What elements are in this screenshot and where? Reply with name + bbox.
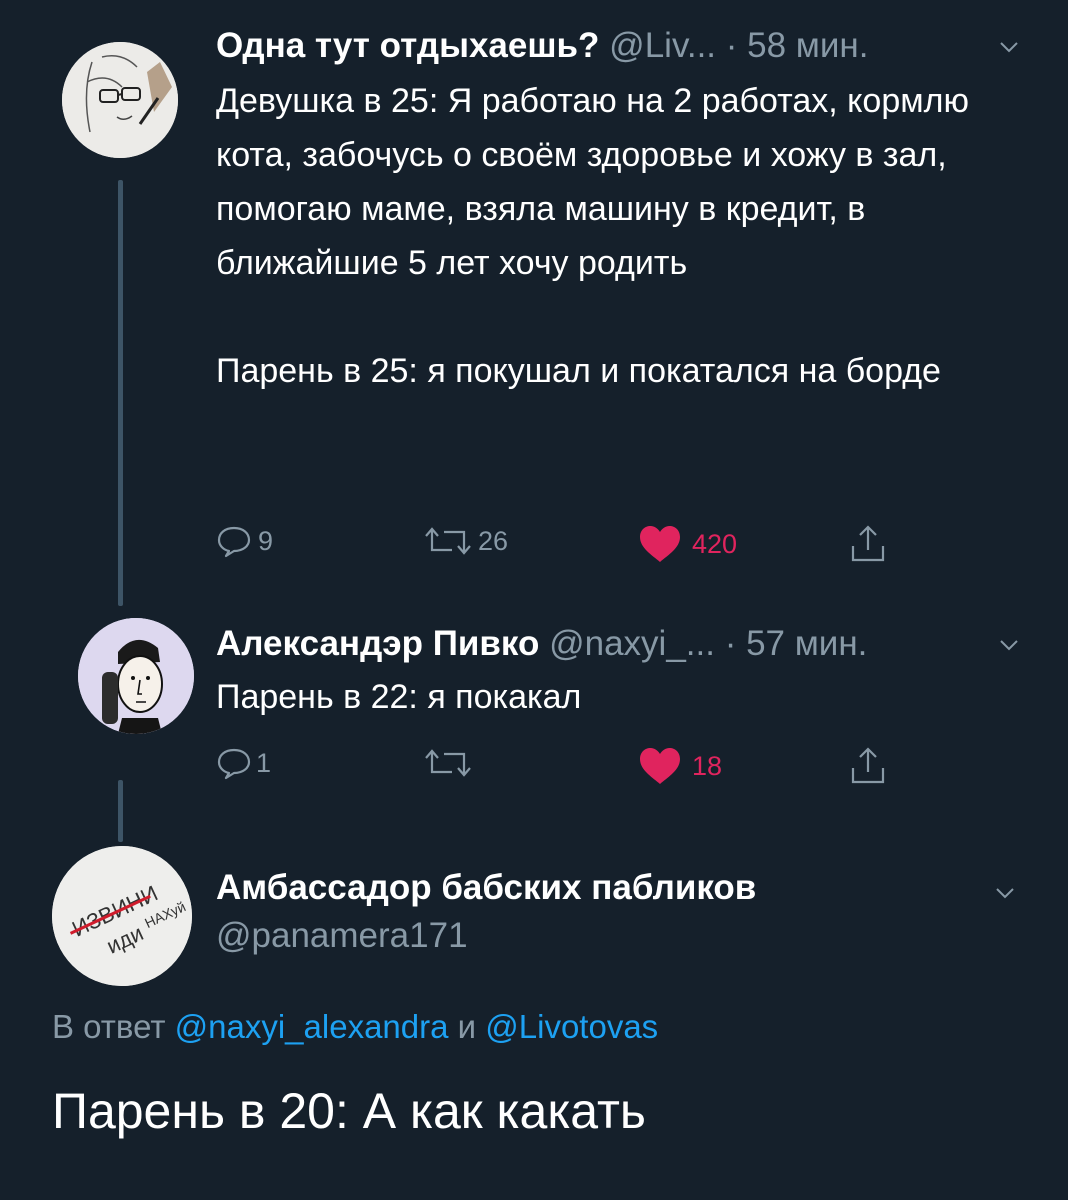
tweet-actions: 9 26 420 — [216, 524, 916, 564]
tweet-text: Девушка в 25: Я работаю на 2 работах, ко… — [216, 82, 969, 390]
avatar[interactable] — [62, 42, 178, 158]
author-handle[interactable]: @panamera171 — [216, 916, 468, 955]
avatar-sketch-image — [62, 42, 178, 158]
share-button[interactable] — [848, 746, 888, 786]
like-count: 420 — [692, 528, 738, 559]
tweet-header: Александэр Пивко @naxyi_... · 57 мин. — [216, 624, 867, 664]
avatar-cartoon-image — [78, 618, 194, 734]
retweet-button[interactable]: 26 — [422, 524, 508, 558]
chevron-down-icon[interactable] — [998, 36, 1020, 58]
author-name[interactable]: Александэр Пивко — [216, 624, 539, 663]
reply-to-line: В ответ @naxyi_alexandra и @Livotovas — [52, 1008, 658, 1046]
author-name-row: Амбассадор бабских пабликов — [216, 868, 756, 908]
share-icon — [851, 525, 885, 562]
reply-and: и — [457, 1008, 477, 1045]
avatar[interactable] — [78, 618, 194, 734]
reply-icon — [217, 526, 251, 558]
retweet-button[interactable] — [422, 746, 474, 780]
reply-user-link-2[interactable]: @Livotovas — [485, 1008, 658, 1045]
main-tweet-text: Парень в 20: А как какать — [52, 1083, 646, 1139]
tweet-1[interactable]: Одна тут отдыхаешь? @Liv... · 58 мин. Де… — [0, 0, 1068, 600]
share-icon — [851, 747, 885, 784]
retweet-icon — [425, 749, 471, 777]
reply-count: 9 — [258, 525, 274, 556]
avatar[interactable]: ИЗВИНИ иди НАХуй — [52, 846, 192, 986]
reply-prefix: В ответ — [52, 1008, 166, 1045]
reply-count: 1 — [256, 747, 272, 778]
like-count: 18 — [692, 750, 723, 781]
author-handle[interactable]: @Liv... — [609, 26, 716, 65]
retweet-count: 26 — [478, 525, 509, 556]
tweet-actions: 1 18 — [216, 746, 916, 786]
reply-button[interactable]: 1 — [216, 746, 271, 780]
author-handle[interactable]: @naxyi_... — [549, 624, 715, 663]
tweet-2[interactable]: Александэр Пивко @naxyi_... · 57 мин. Па… — [0, 600, 1068, 800]
retweet-icon — [425, 527, 471, 555]
tweet-header: Одна тут отдыхаешь? @Liv... · 58 мин. — [216, 26, 868, 66]
avatar-handwriting-image: ИЗВИНИ иди НАХуй — [52, 846, 192, 986]
heart-icon — [640, 748, 680, 784]
tweet-time[interactable]: · 57 мин. — [725, 624, 868, 663]
reply-user-link-1[interactable]: @naxyi_alexandra — [175, 1008, 449, 1045]
tweet-text: Парень в 22: я покакал — [216, 678, 582, 716]
tweet-time[interactable]: · 58 мин. — [726, 26, 869, 65]
like-button[interactable]: 420 — [638, 524, 737, 564]
like-button[interactable]: 18 — [638, 746, 722, 786]
author-name[interactable]: Амбассадор бабских пабликов — [216, 868, 756, 907]
author-handle-row: @panamera171 — [216, 916, 468, 956]
share-button[interactable] — [848, 524, 888, 564]
reply-icon — [217, 748, 251, 780]
chevron-down-icon[interactable] — [994, 882, 1016, 904]
chevron-down-icon[interactable] — [998, 634, 1020, 656]
heart-icon — [640, 526, 680, 562]
reply-button[interactable]: 9 — [216, 524, 273, 558]
author-name[interactable]: Одна тут отдыхаешь? — [216, 26, 599, 65]
